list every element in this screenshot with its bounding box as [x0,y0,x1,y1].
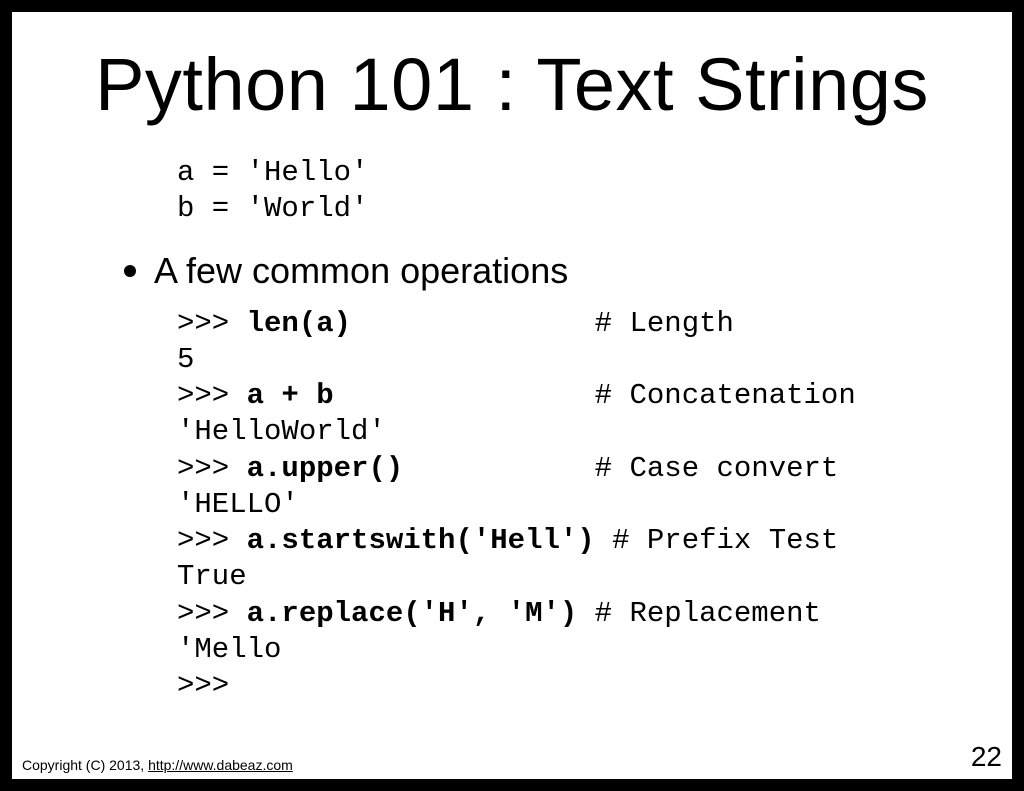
code-line: 5 [177,342,1012,378]
code-line: >>> a.upper() # Case convert [177,451,1012,487]
bullet-row: A few common operations [124,250,1012,292]
code-main-block: >>> len(a) # Length5>>> a + b # Concaten… [177,306,1012,705]
code-line: 'Mello [177,632,1012,668]
bullet-text: A few common operations [154,250,568,292]
bullet-icon [124,265,136,277]
code-line: 'HELLO' [177,487,1012,523]
code-line: >>> a + b # Concatenation [177,378,1012,414]
page-number: 22 [971,741,1002,773]
copyright-link: http://www.dabeaz.com [148,757,293,773]
code-line: >>> a.replace('H', 'M') # Replacement [177,596,1012,632]
code-line: True [177,559,1012,595]
code-line: >>> a.startswith('Hell') # Prefix Test [177,523,1012,559]
code-line: >>> [177,668,1012,704]
footer: Copyright (C) 2013, http://www.dabeaz.co… [22,741,1002,773]
copyright-prefix: Copyright (C) 2013, [22,757,148,773]
code-intro-block: a = 'Hello' b = 'World' [177,155,1012,228]
copyright: Copyright (C) 2013, http://www.dabeaz.co… [22,757,293,773]
code-line: >>> len(a) # Length [177,306,1012,342]
code-line: 'HelloWorld' [177,414,1012,450]
slide-title: Python 101 : Text Strings [12,12,1012,127]
slide: Python 101 : Text Strings a = 'Hello' b … [12,12,1012,779]
